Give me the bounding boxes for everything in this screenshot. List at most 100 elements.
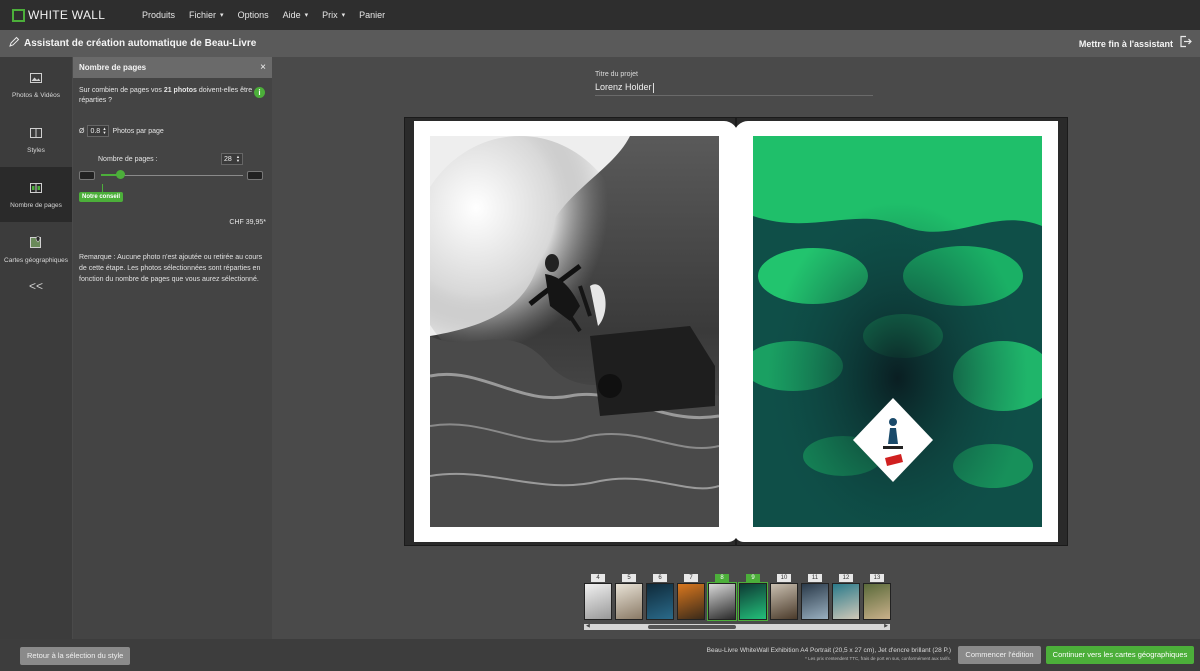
page-count-row: Nombre de pages : 28 ▲ ▼ xyxy=(98,153,246,165)
collapse-rail-button[interactable]: << xyxy=(0,279,72,293)
rail-label-styles: Styles xyxy=(27,147,45,154)
average-symbol: Ø xyxy=(79,127,85,135)
page-number: 4 xyxy=(591,574,605,582)
book-spread xyxy=(404,117,1068,546)
page-number: 12 xyxy=(839,574,853,582)
filmstrip-page-6[interactable]: 6 xyxy=(646,574,674,620)
pencil-icon xyxy=(8,35,20,53)
page-thumbnail[interactable] xyxy=(770,583,798,620)
info-icon[interactable]: i xyxy=(254,87,265,98)
page-thumbnail[interactable] xyxy=(801,583,829,620)
page-number: 5 xyxy=(622,574,636,582)
wizard-title: Assistant de création automatique de Bea… xyxy=(24,38,257,49)
filmstrip-page-8[interactable]: 8 xyxy=(707,574,737,621)
page-number: 13 xyxy=(870,574,884,582)
end-wizard-button[interactable]: Mettre fin à l'assistant xyxy=(1079,35,1192,53)
photo-surfer-wave[interactable] xyxy=(430,136,719,527)
page-number: 9 xyxy=(746,574,760,582)
filmstrip-page-12[interactable]: 12 xyxy=(832,574,860,620)
photo-aerial-turquoise[interactable] xyxy=(753,136,1042,527)
page-count-value: 28 xyxy=(224,155,232,163)
price: CHF 39,95* xyxy=(229,219,266,226)
panel-title: Nombre de pages xyxy=(79,63,147,72)
page-thumbnail[interactable] xyxy=(584,583,612,620)
filmstrip-page-13[interactable]: 13 xyxy=(863,574,891,620)
filmstrip-page-10[interactable]: 10 xyxy=(770,574,798,620)
question-prefix: Sur combien de pages vos xyxy=(79,87,164,94)
filmstrip-page-9[interactable]: 9 xyxy=(738,574,768,621)
image-icon xyxy=(30,70,42,88)
caret-down-icon: ▾ xyxy=(220,12,224,19)
nav-label: Aide xyxy=(282,10,301,20)
thick-book-icon xyxy=(247,171,263,180)
stepper-arrows-icon[interactable]: ▲ ▼ xyxy=(102,127,106,135)
photos-per-page-label: Photos par page xyxy=(112,127,164,135)
filmstrip-scrollbar[interactable]: ◀ ▶ xyxy=(584,623,890,630)
filmstrip-page-7[interactable]: 7 xyxy=(677,574,705,620)
stepper-arrows-icon[interactable]: ▲ ▼ xyxy=(236,155,240,163)
nav-item-panier[interactable]: Panier xyxy=(359,10,385,20)
slider-handle[interactable] xyxy=(116,170,126,179)
page-thumbnail[interactable] xyxy=(738,582,768,621)
page-thumbnail[interactable] xyxy=(832,583,860,620)
book-preview-canvas: Titre du projet Lorenz Holder 4 5 6 7 8 … xyxy=(272,57,1200,639)
nav-label: Fichier xyxy=(189,10,217,20)
page-number: 7 xyxy=(684,574,698,582)
panel-header: Nombre de pages × xyxy=(73,57,272,78)
end-wizard-label: Mettre fin à l'assistant xyxy=(1078,38,1173,49)
nav-item-aide[interactable]: Aide ▾ xyxy=(283,10,309,20)
page-count-panel: Nombre de pages × Sur combien de pages v… xyxy=(73,57,272,639)
logo[interactable]: WHITE WALL xyxy=(12,8,132,22)
project-title-input[interactable]: Lorenz Holder xyxy=(595,82,873,96)
project-title-label: Titre du projet xyxy=(595,71,638,78)
page-number: 10 xyxy=(777,574,791,582)
page-thumbnail[interactable] xyxy=(646,583,674,620)
close-icon[interactable]: × xyxy=(260,62,266,73)
nav-label: Panier xyxy=(359,10,386,20)
photos-per-page-stepper[interactable]: 0.8 ▲ ▼ xyxy=(87,125,110,137)
page-number: 8 xyxy=(715,574,729,582)
nav-item-produits[interactable]: Produits xyxy=(142,10,175,20)
price-disclaimer: * Les prix s'entendent TTC, frais de por… xyxy=(805,656,951,661)
filmstrip-page-11[interactable]: 11 xyxy=(801,574,829,620)
rail-label-photos: Photos & Vidéos xyxy=(12,92,60,99)
page-thumbnail[interactable] xyxy=(615,583,643,620)
caret-down-icon: ▾ xyxy=(304,12,309,19)
photo-distribution-question: Sur combien de pages vos 21 photos doive… xyxy=(79,86,264,106)
scroll-left-icon[interactable]: ◀ xyxy=(586,623,590,629)
scrollbar-thumb[interactable] xyxy=(648,625,736,629)
page-number: 6 xyxy=(653,574,667,582)
logo-text: WHITE WALL xyxy=(28,8,106,22)
page-count-stepper[interactable]: 28 ▲ ▼ xyxy=(221,153,243,165)
photos-per-page-value: 0.8 xyxy=(90,127,101,135)
back-to-style-button[interactable]: Retour à la sélection du style xyxy=(20,647,131,665)
start-editing-button[interactable]: Commencer l'édition xyxy=(958,646,1041,664)
scroll-right-icon[interactable]: ▶ xyxy=(884,623,888,629)
rail-item-maps[interactable]: Cartes géographiques xyxy=(0,222,72,277)
rail-item-styles[interactable]: Styles xyxy=(0,112,72,167)
continue-maps-button[interactable]: Continuer vers les cartes géographiques xyxy=(1046,646,1194,664)
text-cursor xyxy=(652,82,654,93)
page-thumbnail[interactable] xyxy=(677,583,705,620)
nav-item-options[interactable]: Options xyxy=(238,10,269,20)
page-number: 11 xyxy=(808,574,822,582)
rail-label-page-count: Nombre de pages xyxy=(10,202,62,209)
page-thumbnail[interactable] xyxy=(707,582,737,621)
wizard-header: Assistant de création automatique de Bea… xyxy=(0,30,1200,57)
exit-icon xyxy=(1179,35,1192,53)
rail-item-page-count[interactable]: Nombre de pages xyxy=(0,167,72,222)
rail-label-maps: Cartes géographiques xyxy=(4,257,68,264)
nav-item-fichier[interactable]: Fichier ▾ xyxy=(189,10,224,20)
filmstrip-page-4[interactable]: 4 xyxy=(584,574,612,620)
advice-badge: Notre conseil xyxy=(79,192,124,202)
page-filmstrip: 4 5 6 7 8 9 10 11 12 13 xyxy=(584,574,891,630)
page-thumbnail[interactable] xyxy=(863,583,891,620)
pages-icon xyxy=(30,180,42,198)
caret-down-icon: ▾ xyxy=(341,12,346,19)
rail-item-photos[interactable]: Photos & Vidéos xyxy=(0,57,72,112)
nav-item-prix[interactable]: Prix ▾ xyxy=(322,10,345,20)
page-count-slider[interactable] xyxy=(79,168,265,184)
nav-label: Options xyxy=(237,10,269,20)
filmstrip-page-5[interactable]: 5 xyxy=(615,574,643,620)
advice-marker xyxy=(102,184,103,192)
